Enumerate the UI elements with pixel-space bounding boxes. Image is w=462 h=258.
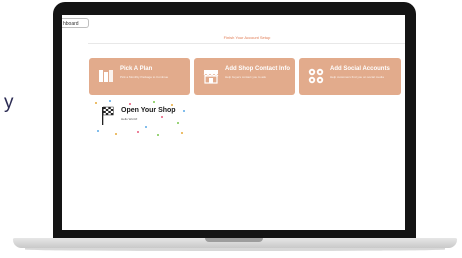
- shop-contact-card[interactable]: Add Shop Contact Info Help buyers contac…: [194, 58, 295, 95]
- confetti-dot: [177, 122, 179, 124]
- shop-card-subtitle: Hello World!: [121, 117, 138, 121]
- card-title: Pick A Plan: [120, 66, 153, 72]
- confetti-dot: [171, 104, 173, 106]
- card-title: Add Social Accounts: [330, 66, 390, 72]
- checkered-flag-icon: [102, 106, 114, 125]
- laptop-shadow: [25, 248, 445, 251]
- confetti-dot: [137, 131, 139, 133]
- laptop-screen: hboard Finish Your Account Setup Pick A …: [62, 15, 405, 230]
- confetti-dot: [97, 130, 99, 132]
- confetti-dot: [157, 134, 159, 136]
- laptop-notch: [205, 238, 263, 242]
- pick-plan-card[interactable]: Pick A Plan Pick a Monthly Package to Co…: [89, 58, 190, 95]
- confetti-dot: [129, 103, 131, 105]
- confetti-dot: [161, 116, 163, 118]
- confetti-dot: [183, 110, 185, 112]
- open-shop-card[interactable]: Open Your Shop Hello World!: [91, 98, 191, 138]
- storefront-icon: [203, 70, 219, 84]
- confetti-dot: [153, 101, 155, 103]
- confetti-dot: [181, 132, 183, 134]
- confetti-dot: [145, 126, 147, 128]
- card-subtitle: Help buyers contact you to ask: [225, 75, 267, 79]
- dashboard-button[interactable]: hboard: [62, 18, 89, 28]
- social-accounts-card[interactable]: Add Social Accounts Help customers find …: [299, 58, 401, 95]
- card-subtitle: Pick a Monthly Package to Continue: [120, 75, 169, 79]
- shop-card-title: Open Your Shop: [121, 107, 176, 114]
- social-icons: [308, 68, 324, 84]
- columns-icon: [99, 70, 113, 82]
- setup-title: Finish Your Account Setup: [223, 35, 271, 40]
- confetti-dot: [109, 100, 111, 102]
- card-title: Add Shop Contact Info: [225, 66, 290, 72]
- card-subtitle: Help customers find you on social media: [330, 75, 384, 79]
- stage: y hboard Finish Your Account Setup Pick …: [0, 0, 462, 258]
- divider: [88, 43, 405, 44]
- confetti-dot: [95, 102, 97, 104]
- side-text-fragment: y: [4, 92, 14, 113]
- confetti-dot: [115, 133, 117, 135]
